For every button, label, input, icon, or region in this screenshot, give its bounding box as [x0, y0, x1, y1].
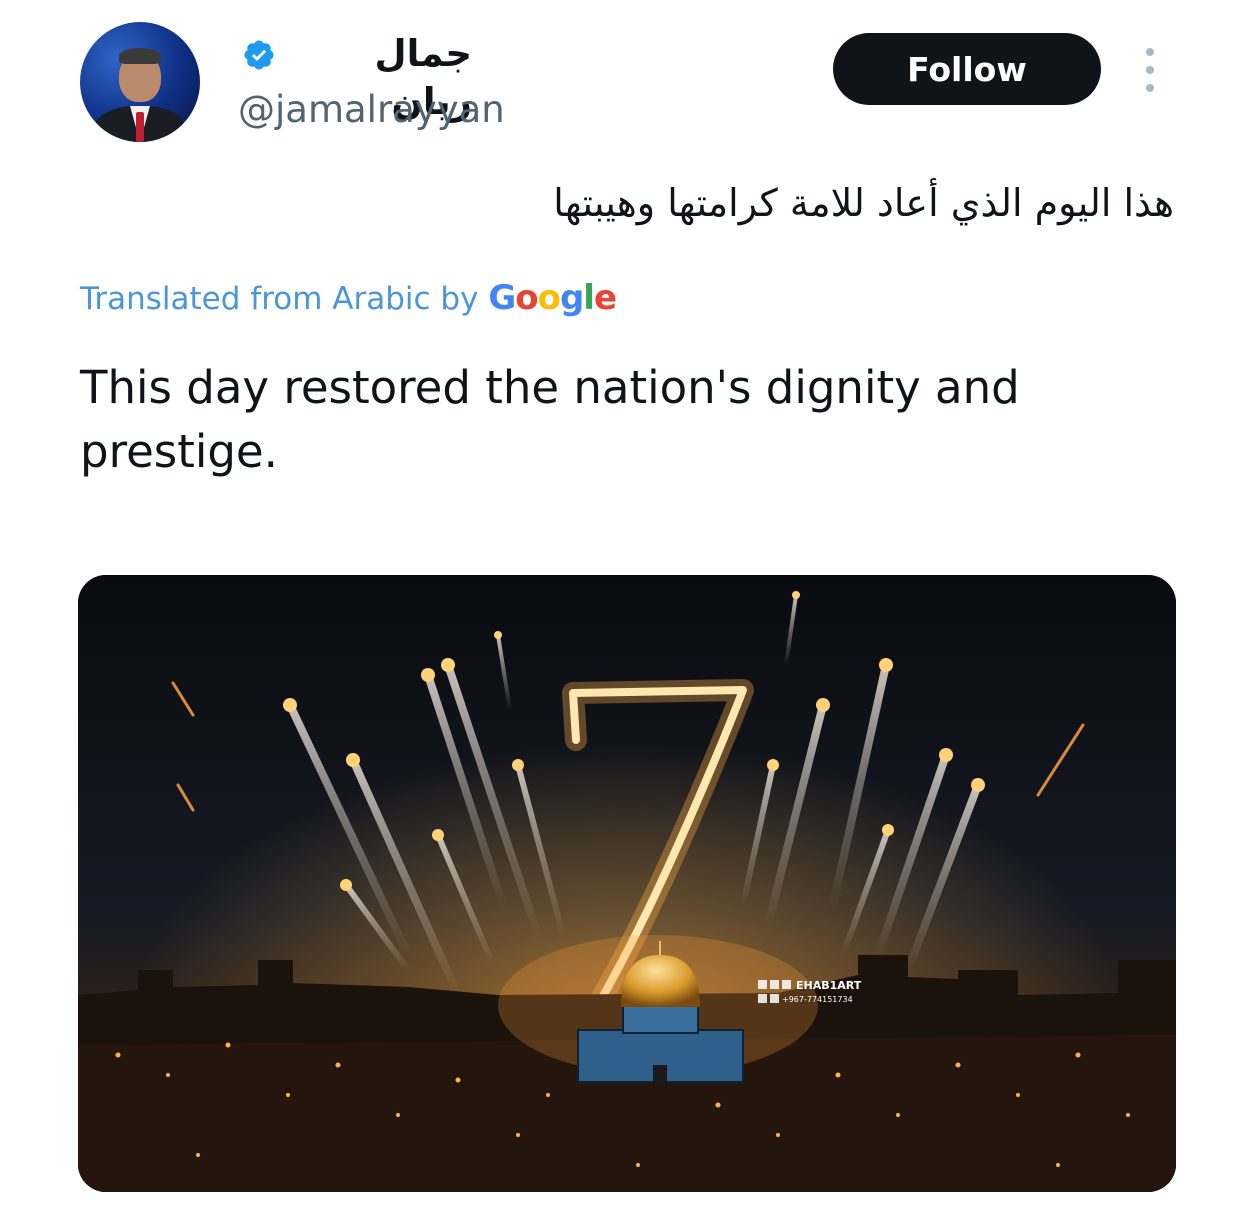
watermark-name: EHAB1ART: [796, 979, 862, 992]
author-handle[interactable]: @jamalrayyan: [238, 88, 505, 132]
tweet-text: هذا اليوم الذي أعاد للامة كرامتها وهيبته…: [553, 181, 1174, 225]
tweet-media-image[interactable]: EHAB1ART +967-774151734: [78, 575, 1176, 1192]
more-dot: [1146, 84, 1154, 92]
avatar-hair: [119, 48, 161, 64]
google-logo: Google: [488, 278, 617, 318]
tweet-translation: This day restored the nation's dignity a…: [80, 361, 1020, 478]
more-options-icon[interactable]: [1138, 48, 1162, 92]
author-avatar[interactable]: [80, 22, 200, 142]
translated-label: Translated from Arabic by: [80, 281, 479, 317]
follow-button[interactable]: Follow: [833, 33, 1101, 105]
media-illustration: EHAB1ART +967-774151734: [78, 575, 1176, 1192]
watermark-phone: +967-774151734: [782, 995, 853, 1004]
verified-badge-icon: [244, 40, 274, 70]
more-dot: [1146, 48, 1154, 56]
translation-attribution[interactable]: Translated from Arabic by Google: [80, 276, 617, 321]
more-dot: [1146, 66, 1154, 74]
avatar-tie: [136, 112, 144, 142]
